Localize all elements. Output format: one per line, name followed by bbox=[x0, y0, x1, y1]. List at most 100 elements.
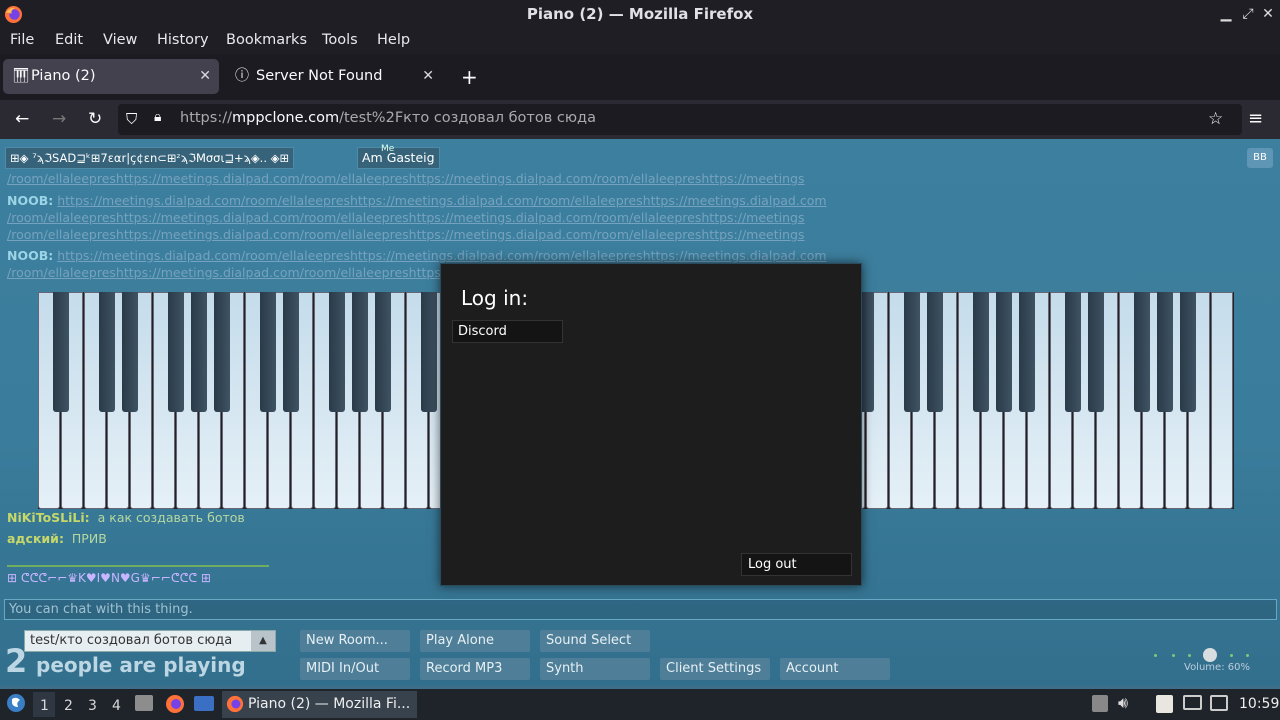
chat-link[interactable]: /room/ellaleepreshttps://meetings.dialpa… bbox=[7, 210, 804, 225]
client-settings-button[interactable]: Client Settings bbox=[660, 658, 770, 680]
minimize-icon[interactable]: ▁ bbox=[1218, 6, 1234, 22]
sound-select-button[interactable]: Sound Select bbox=[540, 630, 650, 652]
black-key[interactable] bbox=[352, 292, 368, 412]
black-key[interactable] bbox=[99, 292, 115, 412]
workspace-3[interactable]: 3 bbox=[88, 698, 97, 714]
chat-message: NOOB: https://meetings.dialpad.com/room/… bbox=[7, 193, 827, 208]
url-bar[interactable]: ⛉ 🔒︎ https://mppclone.com/test%2Fкто соз… bbox=[118, 104, 1242, 135]
menu-bookmarks[interactable]: Bookmarks bbox=[226, 32, 307, 48]
shield-icon[interactable]: ⛉ bbox=[126, 110, 137, 128]
record-mp3-button[interactable]: Record MP3 bbox=[420, 658, 530, 680]
back-icon[interactable]: ← bbox=[15, 111, 29, 128]
tab-strip: 🎹︎ Piano (2) ✕ ⓘ Server Not Found ✕ + bbox=[0, 54, 1280, 100]
participant-badge[interactable]: ⊞◈ ⁷ϡℑSAD⊒ᵏ⊞7εαr|ç¢εn⊂⊞ᶻϡℑMσσι⊒+ϡ◈.. ◈⊞ bbox=[5, 147, 295, 169]
black-key[interactable] bbox=[168, 292, 184, 412]
corner-button[interactable]: BB bbox=[1247, 148, 1273, 168]
chat-fancy-line: ⊞ ᕦᕦᕦ⌐⌐♛K♥I♥N♥G♛⌐⌐ᕦᕦᕦ ⊞ bbox=[7, 571, 211, 585]
menu-tools[interactable]: Tools bbox=[322, 32, 358, 48]
hamburger-menu-icon[interactable]: ≡ bbox=[1248, 110, 1263, 128]
close-window-icon[interactable]: ✕ bbox=[1260, 6, 1276, 22]
file-manager-icon[interactable] bbox=[135, 695, 153, 711]
new-room-button[interactable]: New Room... bbox=[300, 630, 410, 652]
play-alone-button[interactable]: Play Alone bbox=[420, 630, 530, 652]
workspace-2[interactable]: 2 bbox=[64, 698, 73, 714]
black-key[interactable] bbox=[904, 292, 920, 412]
black-key[interactable] bbox=[329, 292, 345, 412]
tab-piano[interactable]: 🎹︎ Piano (2) ✕ bbox=[3, 59, 219, 94]
black-key[interactable] bbox=[973, 292, 989, 412]
black-key[interactable] bbox=[421, 292, 437, 412]
chat-link[interactable]: /room/ellaleepreshttps://meetings.dialpa… bbox=[7, 227, 804, 242]
volume-tray-icon[interactable]: 🔊︎ bbox=[1118, 693, 1128, 713]
black-key[interactable] bbox=[1019, 292, 1035, 412]
black-key[interactable] bbox=[283, 292, 299, 412]
notification-tray-icon[interactable] bbox=[1210, 695, 1228, 711]
black-key[interactable] bbox=[1157, 292, 1173, 412]
firefox-launcher-icon[interactable] bbox=[165, 694, 185, 714]
synth-button[interactable]: Synth bbox=[540, 658, 650, 680]
menu-edit[interactable]: Edit bbox=[55, 32, 83, 48]
chevron-up-icon[interactable]: ▲ bbox=[251, 631, 275, 651]
black-key[interactable] bbox=[927, 292, 943, 412]
workspace-4[interactable]: 4 bbox=[112, 698, 121, 714]
start-menu-icon[interactable] bbox=[6, 693, 26, 713]
chat-link[interactable]: https://meetings.dialpad.com/room/ellale… bbox=[57, 248, 826, 263]
display-tray-icon[interactable] bbox=[1183, 695, 1202, 710]
chat-text: ПРИВ bbox=[71, 531, 107, 546]
url-host: mppclone.com bbox=[231, 110, 340, 126]
navigation-bar: ← → ↻ ⛉ 🔒︎ https://mppclone.com/test%2Fк… bbox=[0, 100, 1280, 139]
menu-view[interactable]: View bbox=[103, 32, 137, 48]
black-key[interactable] bbox=[996, 292, 1012, 412]
chat-link[interactable]: https://meetings.dialpad.com/room/ellale… bbox=[57, 193, 826, 208]
tab-close-icon[interactable]: ✕ bbox=[422, 59, 434, 94]
tray-up-icon[interactable] bbox=[1092, 695, 1108, 712]
chat-link[interactable]: /room/ellaleepreshttps://meetings.dialpa… bbox=[7, 171, 804, 186]
black-key[interactable] bbox=[260, 292, 276, 412]
room-select[interactable]: test/кто создовал ботов сюда ▲ bbox=[24, 630, 276, 652]
black-key[interactable] bbox=[122, 292, 138, 412]
black-key[interactable] bbox=[191, 292, 207, 412]
menu-help[interactable]: Help bbox=[377, 32, 410, 48]
midi-in-out-button[interactable]: MIDI In/Out bbox=[300, 658, 410, 680]
black-key[interactable] bbox=[53, 292, 69, 412]
window-title: Piano (2) — Mozilla Firefox bbox=[526, 5, 754, 23]
chat-text: а как создавать ботов bbox=[97, 510, 245, 525]
menu-history[interactable]: History bbox=[157, 32, 209, 48]
bookmark-star-icon[interactable]: ☆ bbox=[1208, 109, 1223, 129]
terminal-icon[interactable] bbox=[194, 696, 214, 711]
volume-knob[interactable] bbox=[1203, 648, 1217, 662]
clipboard-tray-icon[interactable] bbox=[1156, 695, 1173, 713]
lock-icon[interactable]: 🔒︎ bbox=[154, 109, 161, 125]
new-tab-icon[interactable]: + bbox=[461, 67, 478, 87]
taskbar-window-title: Piano (2) — Mozilla Fi... bbox=[248, 696, 411, 712]
clock: 10:59 bbox=[1239, 696, 1280, 712]
tab-server-not-found[interactable]: ⓘ Server Not Found ✕ bbox=[226, 59, 442, 94]
logout-button[interactable]: Log out bbox=[741, 553, 852, 576]
chat-nick: NOOB: bbox=[7, 248, 54, 263]
black-key[interactable] bbox=[375, 292, 391, 412]
discord-login-button[interactable]: Discord bbox=[452, 320, 563, 343]
chat-message: NiKiToSLiLi: а как создавать ботов bbox=[7, 510, 245, 525]
black-key[interactable] bbox=[214, 292, 230, 412]
participant-badge[interactable]: Am Gasteig bbox=[357, 147, 440, 169]
workspace-1[interactable]: 1 bbox=[40, 698, 49, 714]
black-key[interactable] bbox=[1134, 292, 1150, 412]
piano-favicon-icon: 🎹︎ bbox=[12, 68, 30, 84]
volume-slider[interactable] bbox=[1150, 648, 1250, 662]
restore-icon[interactable]: ⤢ bbox=[1240, 6, 1256, 22]
window-titlebar: Piano (2) — Mozilla Firefox ▁ ⤢ ✕ bbox=[0, 0, 1280, 29]
account-button[interactable]: Account bbox=[780, 658, 890, 680]
reload-icon[interactable]: ↻ bbox=[88, 111, 102, 128]
chat-nick: NiKiToSLiLi: bbox=[7, 510, 90, 525]
volume-dot bbox=[1172, 654, 1175, 657]
black-key[interactable] bbox=[1065, 292, 1081, 412]
forward-icon[interactable]: → bbox=[52, 111, 66, 128]
info-icon: ⓘ bbox=[235, 68, 249, 84]
menu-file[interactable]: File bbox=[10, 32, 34, 48]
black-key[interactable] bbox=[1088, 292, 1104, 412]
tab-close-icon[interactable]: ✕ bbox=[199, 59, 211, 94]
black-key[interactable] bbox=[1180, 292, 1196, 412]
taskbar-window-firefox[interactable]: Piano (2) — Mozilla Fi... bbox=[222, 691, 417, 718]
chat-input[interactable]: You can chat with this thing. bbox=[4, 599, 1277, 620]
white-key[interactable] bbox=[1211, 292, 1233, 509]
